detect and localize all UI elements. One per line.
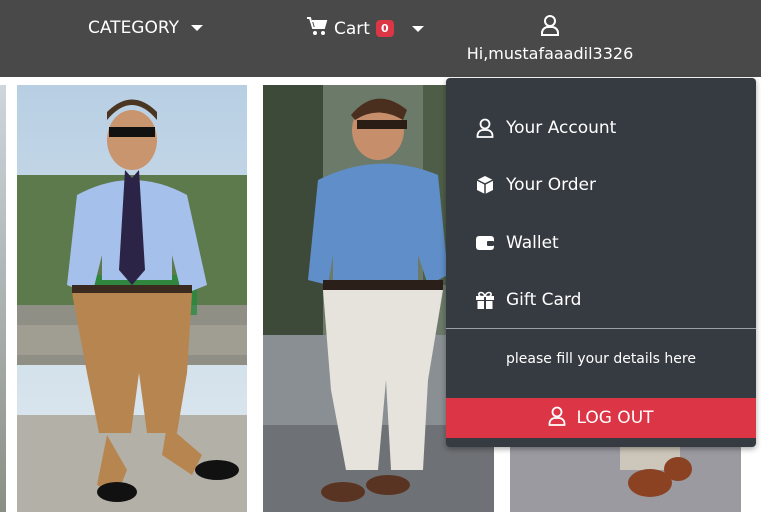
user-icon: [548, 406, 566, 431]
user-icon: [540, 15, 560, 40]
user-greeting: Hi,mustafaaadil3326: [466, 44, 634, 63]
dropdown-divider: [446, 328, 756, 329]
cart-icon: [306, 16, 328, 41]
cart-label: Cart: [334, 18, 370, 39]
user-dropdown-menu: Your Account Your Order Wallet Gift Card…: [446, 78, 756, 447]
dropdown-item-gift-card[interactable]: Gift Card: [446, 280, 756, 320]
logout-button[interactable]: LOG OUT: [446, 398, 756, 438]
dropdown-item-label: Wallet: [506, 233, 559, 253]
user-menu-toggle[interactable]: Hi,mustafaaadil3326: [452, 14, 648, 63]
cart-count-badge: 0: [375, 20, 394, 37]
caret-down-icon: [411, 25, 424, 32]
top-navbar: CATEGORY Cart 0 Hi,mustafaaadil3326: [0, 0, 761, 77]
logout-label: LOG OUT: [576, 408, 654, 428]
profile-hint-text: please fill your details here: [506, 351, 696, 367]
dropdown-item-your-account[interactable]: Your Account: [446, 108, 756, 148]
dropdown-item-label: Your Account: [506, 118, 617, 138]
box-icon: [474, 175, 496, 195]
caret-down-icon: [190, 25, 203, 31]
dropdown-item-your-order[interactable]: Your Order: [446, 165, 756, 205]
category-label: CATEGORY: [88, 18, 179, 38]
product-image[interactable]: [17, 85, 247, 512]
dropdown-item-wallet[interactable]: Wallet: [446, 223, 756, 263]
wallet-icon: [474, 234, 496, 252]
dropdown-item-label: Your Order: [506, 175, 597, 195]
category-dropdown-toggle[interactable]: CATEGORY: [88, 18, 203, 38]
product-image-partial: [0, 85, 6, 512]
user-icon: [474, 118, 496, 138]
gift-icon: [474, 290, 496, 310]
dropdown-item-label: Gift Card: [506, 290, 582, 310]
cart-dropdown-toggle[interactable]: Cart 0: [306, 16, 424, 41]
